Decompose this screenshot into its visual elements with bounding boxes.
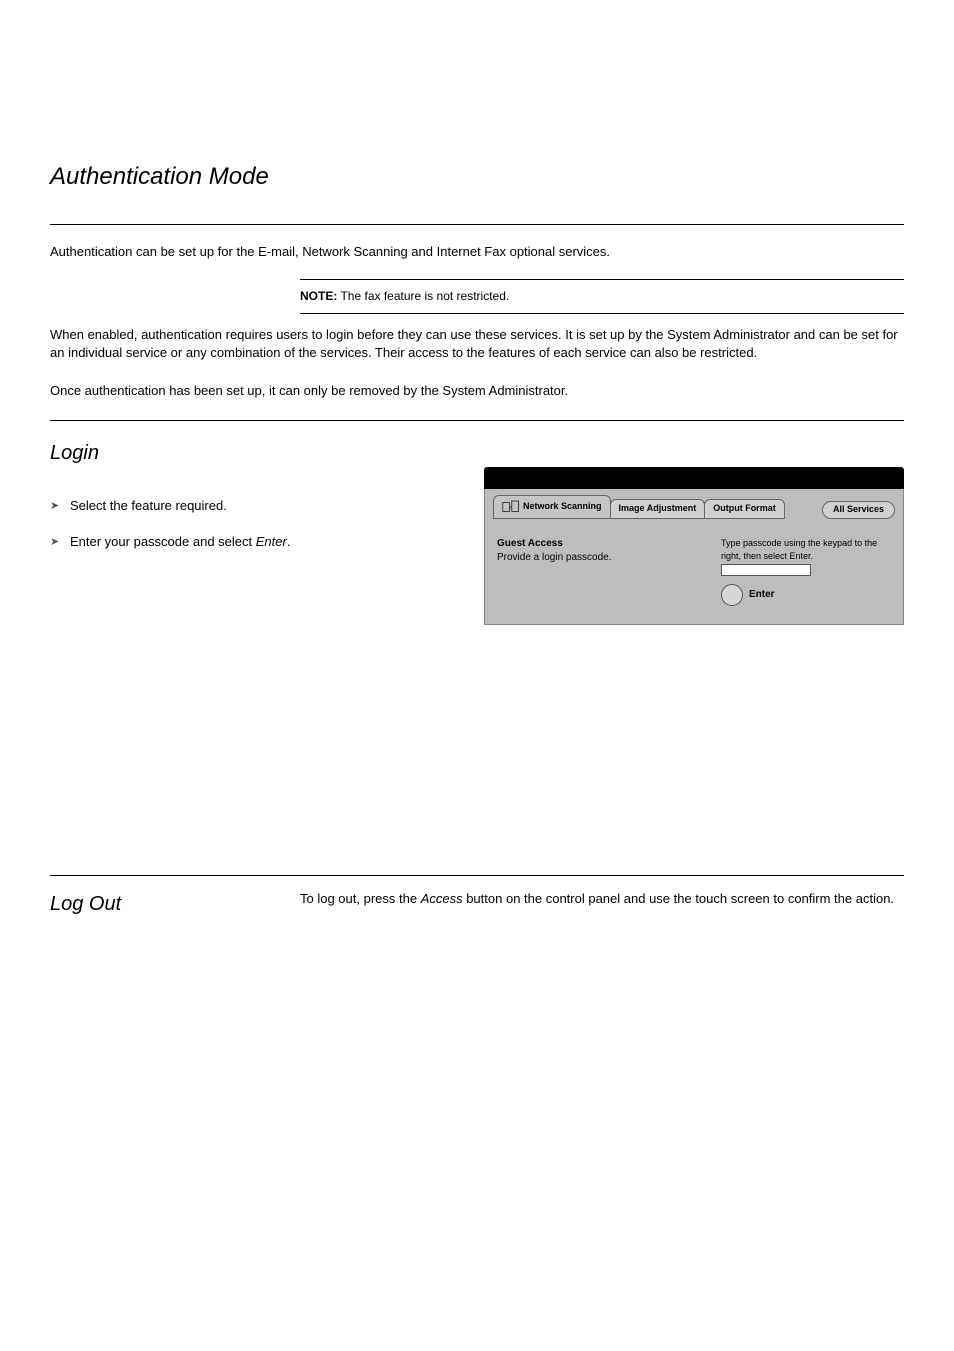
- body-paragraph: When enabled, authentication requires us…: [50, 326, 904, 362]
- tab-network-scanning[interactable]: Network Scanning: [493, 495, 611, 519]
- tab-row: Network Scanning Image Adjustment Output…: [493, 495, 895, 519]
- logout-section: Log Out To log out, press the Access but…: [50, 875, 904, 918]
- note-line: NOTE: The fax feature is not restricted.: [300, 282, 904, 311]
- divider: [50, 875, 904, 876]
- note-text: The fax feature is not restricted.: [340, 289, 509, 303]
- tab-output-format[interactable]: Output Format: [704, 499, 785, 519]
- passcode-input[interactable]: [721, 564, 811, 576]
- bullet-text: Enter your passcode and select Enter.: [70, 533, 484, 551]
- tab-all-services[interactable]: All Services: [822, 501, 895, 519]
- guest-access-title: Guest Access: [497, 537, 612, 551]
- login-heading: Login: [50, 439, 300, 467]
- body-paragraph: Once authentication has been set up, it …: [50, 382, 904, 400]
- tab-image-adjustment[interactable]: Image Adjustment: [610, 499, 706, 519]
- note-label: NOTE:: [300, 289, 337, 303]
- enter-button[interactable]: [721, 584, 743, 606]
- passcode-instruction: Type passcode using the keypad to the ri…: [721, 537, 891, 562]
- note-block: NOTE: The fax feature is not restricted.: [300, 279, 904, 314]
- enter-label: Enter: [749, 588, 775, 602]
- logout-text: To log out, press the Access button on t…: [300, 890, 904, 908]
- tab-label: Network Scanning: [523, 502, 602, 512]
- arrow-icon: ➤: [50, 497, 70, 514]
- guest-access-subtitle: Provide a login passcode.: [497, 551, 612, 565]
- bullet-item: ➤ Select the feature required.: [50, 497, 484, 515]
- logout-heading: Log Out: [50, 890, 300, 918]
- divider: [300, 279, 904, 280]
- divider: [50, 224, 904, 225]
- divider: [50, 420, 904, 421]
- login-section: Login: [50, 439, 904, 467]
- bullet-text: Select the feature required.: [70, 497, 484, 515]
- screenshot-body: Network Scanning Image Adjustment Output…: [484, 489, 904, 625]
- intro-text: Authentication can be set up for the E-m…: [50, 243, 904, 261]
- page-title: Authentication Mode: [50, 160, 904, 194]
- divider: [300, 313, 904, 314]
- bullet-item: ➤ Enter your passcode and select Enter.: [50, 533, 484, 551]
- arrow-icon: ➤: [50, 533, 70, 550]
- screenshot-titlebar: [484, 467, 904, 489]
- screenshot: Network Scanning Image Adjustment Output…: [484, 467, 904, 625]
- scan-icon: [502, 500, 520, 514]
